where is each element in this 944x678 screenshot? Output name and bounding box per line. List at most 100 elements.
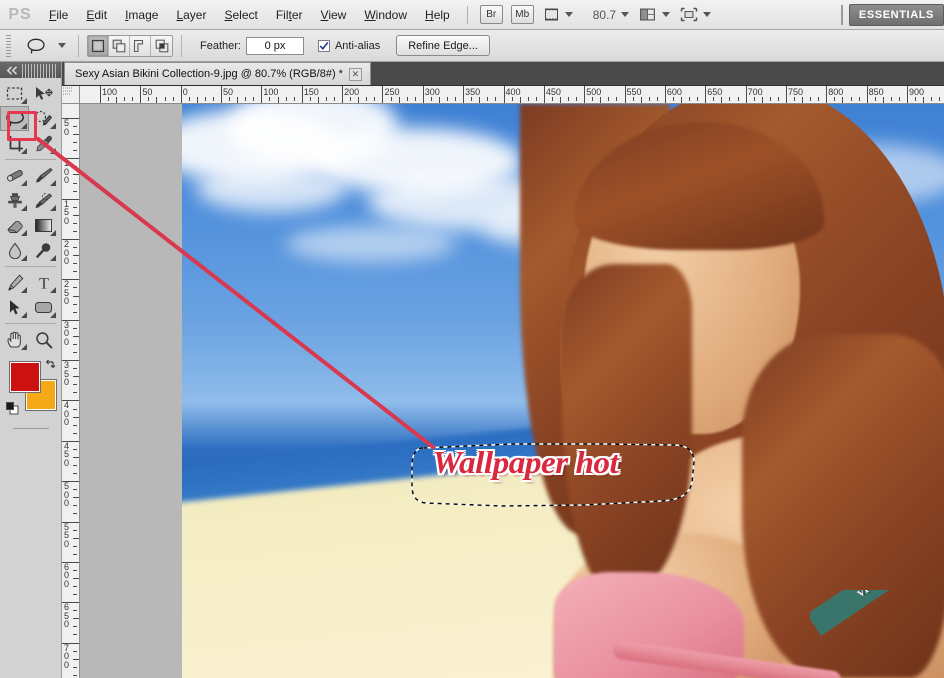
ruler-minor-tick <box>73 303 77 305</box>
subject-hair-strands <box>742 334 944 678</box>
view-extras-icon[interactable] <box>544 5 560 25</box>
ruler-label: 600 <box>666 87 682 97</box>
eyedropper-tool[interactable] <box>29 131 58 156</box>
ruler-minor-tick <box>487 97 489 101</box>
menu-help[interactable]: Help <box>416 4 459 26</box>
ruler-minor-tick <box>73 650 77 652</box>
flyout-triangle <box>50 255 56 261</box>
path-selection-tool[interactable] <box>0 295 29 320</box>
ruler-label: 50 <box>64 118 70 137</box>
ruler-label: 0 <box>182 87 188 97</box>
menu-edit[interactable]: Edit <box>77 4 116 26</box>
swap-colors-icon[interactable] <box>44 358 57 374</box>
menu-filter[interactable]: Filter <box>267 4 312 26</box>
launch-bridge-button[interactable]: Br <box>479 5 503 24</box>
arrange-documents-icon[interactable] <box>639 5 657 25</box>
svg-text:T: T <box>39 276 49 292</box>
ruler-minor-tick <box>882 97 884 103</box>
intersect-with-selection-button[interactable] <box>151 35 172 56</box>
refine-edge-button[interactable]: Refine Edge... <box>396 35 490 56</box>
menu-window[interactable]: Window <box>355 4 416 26</box>
clone-stamp-tool[interactable] <box>0 188 29 213</box>
dodge-tool[interactable] <box>29 238 58 263</box>
menu-file[interactable]: File <box>40 4 77 26</box>
ruler-label: 700 <box>747 87 763 97</box>
subtract-from-selection-button[interactable] <box>130 35 151 56</box>
pen-tool[interactable] <box>0 270 29 295</box>
document-tab[interactable]: Sexy Asian Bikini Collection-9.jpg @ 80.… <box>64 62 371 85</box>
brush-tool[interactable] <box>29 163 58 188</box>
zoom-level-value[interactable]: 80.7 <box>593 8 616 22</box>
ruler-label: 50 <box>223 87 234 97</box>
feather-input[interactable]: 0 px <box>245 36 304 55</box>
quick-selection-tool[interactable] <box>29 106 58 131</box>
ruler-minor-tick <box>73 448 77 450</box>
blur-tool[interactable] <box>0 238 29 263</box>
launch-mini-bridge-button[interactable]: Mb <box>510 5 534 24</box>
eraser-tool[interactable] <box>0 213 29 238</box>
menu-layer[interactable]: Layer <box>167 4 215 26</box>
flyout-triangle <box>21 98 27 104</box>
ruler-minor-tick <box>374 97 376 101</box>
new-selection-button[interactable] <box>88 35 109 56</box>
history-brush-tool[interactable] <box>29 188 58 213</box>
default-colors-icon[interactable] <box>6 402 19 418</box>
ruler-minor-tick <box>124 97 126 101</box>
tools-panel-collapse-button[interactable] <box>0 62 61 78</box>
ruler-label: 100 <box>263 87 279 97</box>
ruler-minor-tick <box>73 150 77 152</box>
close-icon[interactable]: ✕ <box>348 67 362 81</box>
ruler-minor-tick <box>148 97 150 101</box>
ruler-minor-tick <box>73 230 77 232</box>
spot-healing-brush-tool[interactable] <box>0 163 29 188</box>
view-extras-dropdown-caret[interactable] <box>564 12 573 17</box>
screen-mode-caret[interactable] <box>703 12 712 17</box>
vertical-ruler[interactable]: 50 100 150 200 250 300 350 400 450 500 550 600 650 70… <box>62 104 80 678</box>
ruler-minor-tick <box>73 327 77 329</box>
ruler-label: 450 <box>64 440 70 468</box>
options-bar-grip[interactable] <box>6 34 11 57</box>
anti-alias-checkbox[interactable] <box>317 39 330 52</box>
move-tool[interactable] <box>29 81 58 106</box>
zoom-dropdown-caret[interactable] <box>621 12 630 17</box>
ruler-minor-tick <box>931 97 933 101</box>
ruler-minor-tick <box>777 97 779 101</box>
canvas-workspace[interactable]: Wallpaper hot <box>80 104 944 678</box>
ruler-minor-tick <box>73 674 77 676</box>
ruler-minor-tick <box>116 97 118 103</box>
workspace-switcher[interactable]: ESSENTIALS <box>848 3 944 26</box>
ruler-origin-corner[interactable] <box>62 86 80 104</box>
menu-image[interactable]: Image <box>116 4 167 26</box>
hand-tool[interactable] <box>0 327 29 352</box>
ruler-minor-tick <box>73 343 77 345</box>
screen-mode-icon[interactable] <box>680 5 698 25</box>
ruler-minor-tick <box>527 97 529 101</box>
ruler-minor-tick <box>73 658 79 660</box>
menu-select[interactable]: Select <box>215 4 266 26</box>
flyout-triangle <box>50 180 56 186</box>
zoom-tool[interactable] <box>29 327 58 352</box>
document-tab-label: Sexy Asian Bikini Collection-9.jpg @ 80.… <box>75 68 343 80</box>
lasso-tool-icon[interactable] <box>19 34 53 58</box>
ruler-minor-tick <box>245 97 247 101</box>
foreground-color-swatch[interactable] <box>10 362 40 392</box>
ruler-label: 650 <box>707 87 723 97</box>
add-to-selection-button[interactable] <box>109 35 130 56</box>
horizontal-ruler[interactable]: 100 50 0 50 100 150 200 250 300 350 400 450 500 550 60… <box>80 86 944 104</box>
lasso-tool[interactable] <box>0 106 29 131</box>
document-image[interactable]: Wallpaper hot <box>182 104 944 678</box>
rounded-rectangle-tool[interactable] <box>29 295 58 320</box>
ruler-minor-tick <box>196 97 198 103</box>
arrange-documents-caret[interactable] <box>662 12 671 17</box>
menu-view[interactable]: View <box>312 4 356 26</box>
ruler-minor-tick <box>164 97 166 101</box>
tools-panel-grip[interactable] <box>22 64 57 78</box>
flyout-triangle <box>21 312 27 318</box>
tool-preset-caret[interactable] <box>58 43 66 48</box>
anti-alias-label: Anti-alias <box>334 39 381 52</box>
crop-tool[interactable] <box>0 131 29 156</box>
ruler-minor-tick <box>253 97 255 101</box>
horizontal-type-tool[interactable]: T <box>29 270 58 295</box>
gradient-tool[interactable] <box>29 213 58 238</box>
rectangular-marquee-tool[interactable] <box>0 81 29 106</box>
